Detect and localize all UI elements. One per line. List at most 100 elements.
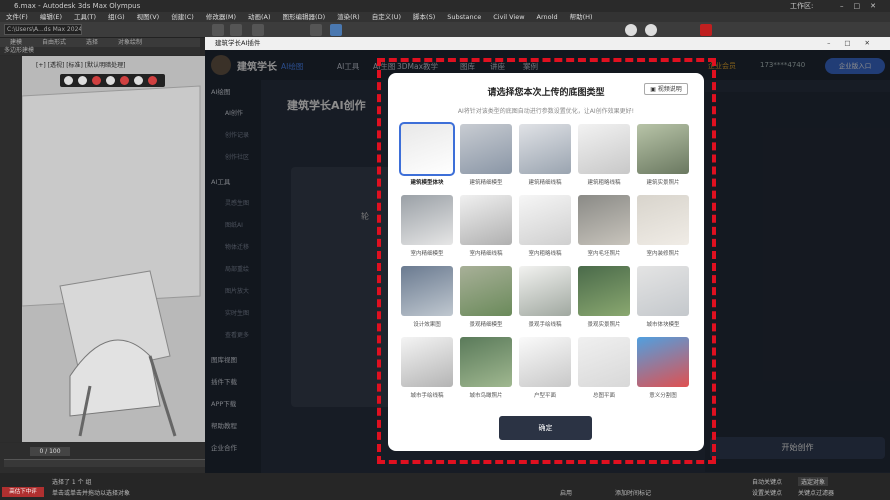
menu-bar: 文件(F) 编辑(E) 工具(T) 组(G) 视图(V) 创建(C) 修改器(M) 动画(A)… bbox=[0, 12, 890, 22]
dialog-description: AI将针对该类型的底图自动进行参数设置优化，让AI创作效果更好! bbox=[457, 108, 635, 115]
type-label: 建筑精细线稿 bbox=[528, 180, 562, 186]
type-option-card[interactable]: 室内粗略线稿 bbox=[519, 195, 571, 257]
type-thumbnail bbox=[401, 195, 453, 245]
add-time-tag[interactable]: 添加时间标记 bbox=[615, 488, 651, 497]
selection-filter[interactable]: 选定对象 bbox=[798, 477, 829, 486]
type-thumbnail bbox=[401, 337, 453, 387]
type-label: 城市体块模型 bbox=[646, 322, 680, 328]
type-thumbnail bbox=[519, 124, 571, 174]
type-thumbnail bbox=[460, 266, 512, 316]
ribbon-tab[interactable]: 选择 bbox=[86, 39, 98, 46]
type-option-card[interactable]: 户型平面 bbox=[519, 337, 571, 399]
type-label: 城市鸟瞰照片 bbox=[469, 393, 503, 399]
undo-icon[interactable] bbox=[212, 24, 224, 36]
menu-item[interactable]: 创建(C) bbox=[171, 13, 194, 21]
plugin-icon-3[interactable] bbox=[700, 24, 712, 36]
window-title: 6.max - Autodesk 3ds Max Olympus bbox=[14, 2, 141, 10]
type-label: 总图平面 bbox=[592, 393, 615, 399]
menu-item[interactable]: 动画(A) bbox=[248, 13, 271, 21]
type-option-card[interactable]: 城市手绘线稿 bbox=[401, 337, 453, 399]
type-option-card[interactable]: 建筑粗略线稿 bbox=[578, 124, 630, 186]
menu-item[interactable]: Civil View bbox=[493, 13, 524, 21]
script-badge[interactable]: 高估下中评 bbox=[2, 487, 44, 497]
menu-item[interactable]: 脚本(S) bbox=[413, 13, 435, 21]
type-option-card[interactable]: 建筑模型体块 bbox=[399, 122, 455, 186]
type-thumbnail bbox=[637, 195, 689, 245]
ribbon-tabs: 建模 自由形式 选择 对象绘制 bbox=[0, 38, 200, 47]
type-label: 建筑模型体块 bbox=[410, 180, 444, 186]
confirm-button[interactable]: 确定 bbox=[499, 416, 592, 440]
command-strip bbox=[0, 56, 22, 442]
grid-tool-icon[interactable] bbox=[330, 24, 342, 36]
prompt-hint: 单击或单击并拖动以选择对象 bbox=[52, 490, 131, 497]
ribbon-tab[interactable]: 自由形式 bbox=[42, 39, 66, 46]
menu-item[interactable]: 修改器(M) bbox=[206, 13, 236, 21]
ribbon-subtitle: 多边形建模 bbox=[0, 47, 200, 55]
type-option-card[interactable]: 城市鸟瞰照片 bbox=[460, 337, 512, 399]
video-tutorial-button[interactable]: ▣ 视频说明 bbox=[644, 83, 688, 95]
move-icon[interactable] bbox=[252, 24, 264, 36]
type-option-card[interactable]: 景观实景照片 bbox=[578, 266, 630, 328]
menu-item[interactable]: 文件(F) bbox=[6, 13, 28, 21]
type-label: 室内装修照片 bbox=[646, 251, 680, 257]
type-option-card[interactable]: 建筑实景照片 bbox=[637, 124, 689, 186]
type-thumbnail bbox=[578, 337, 630, 387]
ribbon-tab[interactable]: 对象绘制 bbox=[118, 39, 142, 46]
menu-item[interactable]: 工具(T) bbox=[74, 13, 96, 21]
menu-item[interactable]: Arnold bbox=[537, 13, 558, 21]
menu-item[interactable]: 组(G) bbox=[108, 13, 125, 21]
text-tool-icon[interactable] bbox=[310, 24, 322, 36]
project-path-field[interactable]: C:\Users\A...ds Max 2024 bbox=[4, 24, 82, 35]
set-key-button[interactable]: 设置关键点 bbox=[752, 488, 782, 497]
type-label: 景观精细模型 bbox=[469, 322, 503, 328]
type-thumbnail bbox=[460, 124, 512, 174]
workspace-label: 工作区: bbox=[790, 2, 814, 10]
scene-geometry bbox=[21, 85, 201, 437]
type-thumbnail bbox=[578, 266, 630, 316]
type-option-card[interactable]: 建筑精细线稿 bbox=[519, 124, 571, 186]
plugin-window-controls[interactable]: –□✕ bbox=[827, 37, 884, 50]
menu-item[interactable]: 帮助(H) bbox=[570, 13, 593, 21]
type-option-card[interactable]: 室内毛坯照片 bbox=[578, 195, 630, 257]
menu-item[interactable]: Substance bbox=[447, 13, 481, 21]
ribbon-tab[interactable]: 建模 bbox=[10, 39, 22, 46]
type-option-card[interactable]: 室内精细线稿 bbox=[460, 195, 512, 257]
type-thumbnail bbox=[578, 195, 630, 245]
type-thumbnail bbox=[637, 337, 689, 387]
type-thumbnail bbox=[399, 122, 455, 176]
type-option-card[interactable]: 意义分割图 bbox=[637, 337, 689, 399]
video-tutorial-label: 视频说明 bbox=[657, 86, 682, 93]
menu-item[interactable]: 渲染(R) bbox=[337, 13, 360, 21]
key-filter-button[interactable]: 关键点过滤器 bbox=[798, 488, 834, 497]
frame-counter[interactable]: 0 / 100 bbox=[30, 447, 70, 456]
type-option-card[interactable]: 城市体块模型 bbox=[637, 266, 689, 328]
type-thumbnail bbox=[519, 337, 571, 387]
menu-item[interactable]: 自定义(U) bbox=[372, 13, 401, 21]
select-icon[interactable] bbox=[230, 24, 242, 36]
type-option-card[interactable]: 室内装修照片 bbox=[637, 195, 689, 257]
type-label: 城市手绘线稿 bbox=[410, 393, 444, 399]
type-label: 户型平面 bbox=[533, 393, 556, 399]
window-title-bar: 6.max - Autodesk 3ds Max Olympus 工作区: –□… bbox=[0, 0, 890, 12]
menu-item[interactable]: 图形编辑器(D) bbox=[283, 13, 326, 21]
window-controls[interactable]: –□✕ bbox=[840, 0, 886, 12]
type-option-card[interactable]: 室内精细模型 bbox=[401, 195, 453, 257]
type-option-card[interactable]: 建筑精细模型 bbox=[460, 124, 512, 186]
type-option-card[interactable]: 总图平面 bbox=[578, 337, 630, 399]
selection-status: 选择了 1 个 组 bbox=[52, 479, 92, 486]
menu-item[interactable]: 视图(V) bbox=[137, 13, 160, 21]
auto-key-button[interactable]: 自动关键点 bbox=[752, 477, 782, 486]
type-option-card[interactable]: 设计效果图 bbox=[401, 266, 453, 328]
type-label: 室内精细线稿 bbox=[469, 251, 503, 257]
plugin-icon-2[interactable] bbox=[645, 24, 657, 36]
menu-item[interactable]: 编辑(E) bbox=[40, 13, 62, 21]
perspective-viewport[interactable]: [+] [透视] [标准] [默认明暗处理] bbox=[0, 56, 205, 442]
type-option-card[interactable]: 景观精细模型 bbox=[460, 266, 512, 328]
base-image-type-dialog: 请选择您本次上传的底图类型 ▣ 视频说明 AI将针对该类型的底图自动进行参数设置… bbox=[388, 73, 704, 451]
type-option-card[interactable]: 景观手绘线稿 bbox=[519, 266, 571, 328]
plugin-icon-1[interactable] bbox=[625, 24, 637, 36]
type-thumbnail bbox=[578, 124, 630, 174]
type-thumbnail bbox=[637, 124, 689, 174]
type-label: 建筑实景照片 bbox=[646, 180, 680, 186]
type-thumbnail bbox=[637, 266, 689, 316]
